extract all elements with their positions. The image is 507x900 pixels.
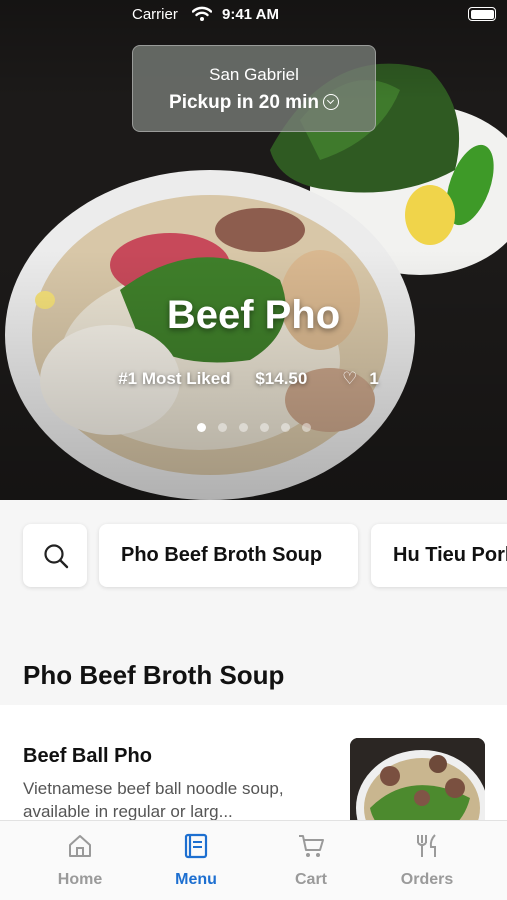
tab-label: Home <box>57 871 103 888</box>
carousel-dot[interactable] <box>259 423 269 432</box>
menu-item-description: Vietnamese beef ball noodle soup, availa… <box>23 779 284 821</box>
featured-dish-title: Beef Pho <box>166 293 341 337</box>
tab-bar: Home Menu Cart Orders <box>0 820 507 900</box>
carousel-dot[interactable] <box>301 423 311 432</box>
section-title: Pho Beef Broth Soup <box>23 660 285 690</box>
carousel-page-indicator[interactable] <box>0 423 507 432</box>
home-icon <box>69 835 91 857</box>
category-bar: Pho Beef Broth Soup Hu Tieu Pork <box>0 500 507 610</box>
featured-hero[interactable]: Carrier 9:41 AM San Gabriel Pickup in 20… <box>0 0 507 500</box>
pickup-eta: Pickup in 20 min <box>133 92 375 114</box>
carousel-dot[interactable] <box>196 423 206 432</box>
category-chip[interactable]: Hu Tieu Pork <box>371 524 507 587</box>
tab-orders[interactable]: Orders <box>372 821 482 900</box>
pickup-selector[interactable]: San Gabriel Pickup in 20 min <box>132 45 376 132</box>
tab-cart[interactable]: Cart <box>256 821 366 900</box>
carrier-label: Carrier <box>132 6 178 23</box>
clock: 9:41 AM <box>222 6 279 23</box>
category-chip[interactable]: Pho Beef Broth Soup <box>99 524 358 587</box>
menu-item-name: Beef Ball Pho <box>23 745 152 767</box>
featured-dish-meta: #1 Most Liked $14.50 ♡ 1 <box>0 369 507 389</box>
featured-price: $14.50 <box>255 369 308 388</box>
menu-item[interactable]: Beef Ball Pho Vietnamese beef ball noodl… <box>0 705 507 848</box>
fork-knife-icon <box>417 834 436 857</box>
carousel-dot[interactable] <box>217 423 227 432</box>
tab-menu[interactable]: Menu <box>141 821 251 900</box>
like-count: 1 <box>369 369 379 388</box>
tab-label: Menu <box>175 871 217 888</box>
chevron-down-icon <box>322 94 339 110</box>
carousel-dot[interactable] <box>280 423 290 432</box>
battery-icon <box>468 7 496 21</box>
search-icon <box>44 544 69 569</box>
menu-book-icon <box>184 833 208 859</box>
search-button[interactable] <box>23 524 87 587</box>
tab-label: Orders <box>400 871 454 888</box>
pickup-location: San Gabriel <box>209 65 299 84</box>
cart-icon <box>299 835 324 857</box>
tab-home[interactable]: Home <box>25 821 135 900</box>
wifi-icon <box>192 6 212 21</box>
featured-badge: #1 Most Liked <box>118 369 231 388</box>
like-count-group[interactable]: ♡ 1 <box>332 369 389 388</box>
tab-label: Cart <box>294 871 327 888</box>
carousel-dot[interactable] <box>238 423 248 432</box>
status-bar: Carrier 9:41 AM <box>0 0 507 30</box>
heart-icon: ♡ <box>342 369 358 388</box>
